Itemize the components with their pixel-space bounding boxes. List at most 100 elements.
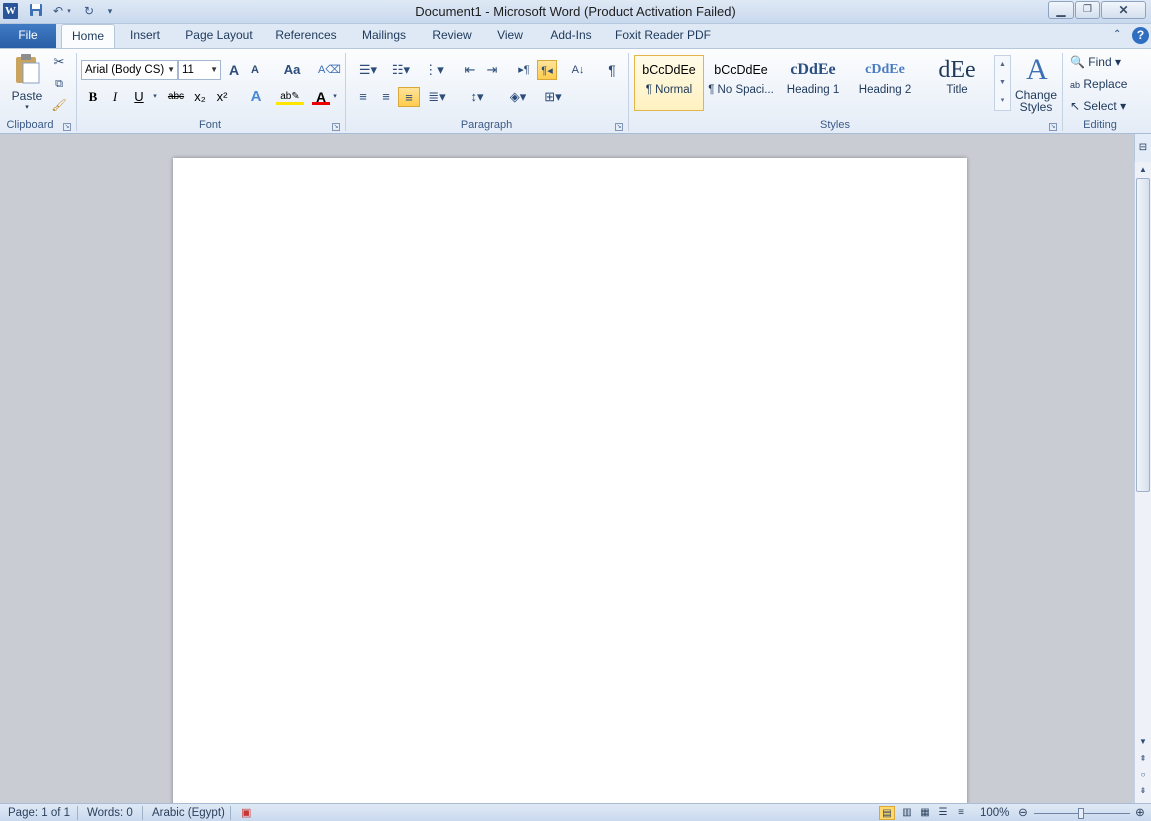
tab-review[interactable]: Review — [425, 24, 479, 48]
tab-foxit-reader-pdf[interactable]: Foxit Reader PDF — [611, 24, 715, 48]
font-launcher-icon[interactable]: ↘ — [332, 123, 340, 131]
restore-button[interactable]: ❐ — [1075, 1, 1100, 19]
next-page-icon[interactable]: ⇟ — [1136, 784, 1150, 798]
underline-dropdown-icon[interactable]: ▾ — [150, 87, 160, 107]
tab-home[interactable]: Home — [61, 24, 115, 49]
style-no-spacing-sample: bCcDdEe — [714, 63, 768, 77]
status-separator — [77, 806, 78, 820]
font-size-combo[interactable]: 11 ▼ — [178, 60, 221, 80]
gallery-down-icon[interactable]: ▼ — [995, 74, 1010, 92]
increase-indent-icon[interactable]: ⇥ — [482, 60, 502, 80]
bold-icon[interactable]: B — [84, 87, 102, 107]
tab-insert[interactable]: Insert — [121, 24, 169, 48]
align-right-icon[interactable]: ≡ — [398, 87, 420, 107]
tab-references[interactable]: References — [268, 24, 344, 48]
align-center-icon[interactable]: ≡ — [376, 87, 396, 107]
multilevel-list-icon[interactable]: ⋮▾ — [420, 60, 448, 80]
ruler-icon: ⊟ — [1138, 142, 1148, 153]
style-heading-2[interactable]: cDdEe Heading 2 — [850, 55, 920, 111]
word-count[interactable]: Words: 0 — [87, 806, 133, 820]
sort-icon[interactable]: A↓ — [567, 60, 589, 80]
macro-record-icon[interactable]: ▣ — [241, 806, 257, 820]
paste-button[interactable]: Paste ▾ — [8, 53, 46, 115]
align-left-icon[interactable]: ≡ — [353, 87, 373, 107]
text-effects-icon[interactable]: A — [245, 87, 267, 107]
borders-icon[interactable]: ⊞▾ — [538, 87, 568, 107]
minimize-ribbon-icon[interactable]: ⌃ — [1113, 29, 1125, 43]
clipboard-launcher-icon[interactable]: ↘ — [63, 123, 71, 131]
draft-icon[interactable]: ≡ — [953, 806, 969, 820]
shrink-font-icon[interactable]: A — [246, 60, 264, 80]
language-indicator[interactable]: Arabic (Egypt) — [152, 806, 225, 820]
shading-icon[interactable]: ◈▾ — [503, 87, 533, 107]
zoom-slider-thumb[interactable] — [1078, 808, 1084, 819]
tab-view[interactable]: View — [489, 24, 531, 48]
select-button[interactable]: ↖ Select ▾ — [1070, 96, 1134, 116]
help-icon[interactable]: ? — [1132, 27, 1149, 44]
print-layout-icon[interactable]: ▤ — [879, 806, 895, 820]
find-button[interactable]: 🔍 Find ▾ — [1070, 52, 1130, 72]
close-button[interactable]: ✕ — [1101, 1, 1146, 19]
highlight-color-icon[interactable]: ab✎ — [276, 87, 304, 105]
format-painter-icon[interactable]: 🖌 — [50, 95, 68, 115]
font-name-combo[interactable]: Arial (Body CS) ▼ — [81, 60, 178, 80]
page-count[interactable]: Page: 1 of 1 — [8, 806, 70, 820]
paragraph-launcher-icon[interactable]: ↘ — [615, 123, 623, 131]
bullets-icon[interactable]: ☰▾ — [354, 60, 382, 80]
gallery-up-icon[interactable]: ▲ — [995, 56, 1010, 74]
rtl-direction-icon[interactable]: ¶◂ — [537, 60, 557, 80]
zoom-level[interactable]: 100% — [980, 806, 1009, 820]
italic-icon[interactable]: I — [106, 87, 124, 107]
web-layout-icon[interactable]: ▦ — [917, 806, 933, 820]
view-ruler-button[interactable]: ⊟ — [1134, 134, 1151, 162]
subscript-icon[interactable]: x₂ — [190, 87, 210, 107]
replace-button[interactable]: ab Replace — [1070, 74, 1134, 94]
cut-icon[interactable]: ✂ — [50, 52, 68, 72]
style-no-spacing[interactable]: bCcDdEe ¶ No Spaci... — [706, 55, 776, 111]
grow-font-icon[interactable]: A — [225, 60, 243, 80]
gallery-more-icon[interactable]: ▾ — [995, 92, 1010, 110]
style-normal[interactable]: bCcDdEe ¶ Normal — [634, 55, 704, 111]
scroll-up-icon[interactable]: ▲ — [1136, 163, 1150, 177]
tab-file[interactable]: File — [0, 24, 56, 48]
styles-gallery-scroll[interactable]: ▲ ▼ ▾ — [994, 55, 1011, 111]
styles-launcher-icon[interactable]: ↘ — [1049, 123, 1057, 131]
outline-icon[interactable]: ☰ — [935, 806, 951, 820]
zoom-out-icon[interactable]: ⊖ — [1016, 806, 1030, 820]
style-title[interactable]: dEe Title — [922, 55, 992, 111]
style-heading-1[interactable]: cDdEe Heading 1 — [778, 55, 848, 111]
browse-object-icon[interactable]: ○ — [1136, 768, 1150, 782]
font-color-dropdown-icon[interactable]: ▾ — [330, 87, 340, 107]
scrollbar-thumb[interactable] — [1136, 178, 1150, 492]
scroll-down-icon[interactable]: ▼ — [1136, 735, 1150, 749]
ribbon-tabs: File Home Insert Page Layout References … — [0, 24, 1151, 49]
font-name-value: Arial (Body CS) — [85, 64, 165, 76]
previous-page-icon[interactable]: ⇞ — [1136, 752, 1150, 766]
document-page[interactable] — [173, 158, 967, 818]
copy-icon[interactable]: ⧉ — [50, 74, 68, 94]
paste-dropdown-icon[interactable]: ▾ — [8, 103, 46, 111]
tab-add-ins[interactable]: Add-Ins — [541, 24, 601, 48]
justify-icon[interactable]: ≣▾ — [423, 87, 451, 107]
status-bar: Page: 1 of 1 Words: 0 Arabic (Egypt) ▣ ▤… — [0, 803, 1151, 821]
tab-mailings[interactable]: Mailings — [353, 24, 415, 48]
style-no-spacing-label: ¶ No Spaci... — [708, 84, 774, 96]
minimize-button[interactable]: ▁ — [1048, 1, 1074, 19]
zoom-in-icon[interactable]: ⊕ — [1133, 806, 1147, 820]
change-case-icon[interactable]: Aa — [278, 60, 306, 80]
line-spacing-icon[interactable]: ↕▾ — [463, 87, 491, 107]
find-label: Find — [1088, 55, 1112, 69]
full-screen-reading-icon[interactable]: ▥ — [899, 806, 915, 820]
superscript-icon[interactable]: x² — [212, 87, 232, 107]
change-styles-button[interactable]: A Change Styles — [1014, 53, 1058, 115]
numbering-icon[interactable]: ☷▾ — [387, 60, 415, 80]
strikethrough-icon[interactable]: abc — [165, 87, 187, 107]
decrease-indent-icon[interactable]: ⇤ — [460, 60, 480, 80]
tab-page-layout[interactable]: Page Layout — [179, 24, 259, 48]
ribbon-home: Paste ▾ ✂ ⧉ 🖌 Clipboard ↘ Arial (Body CS… — [0, 48, 1151, 134]
show-formatting-icon[interactable]: ¶ — [602, 60, 622, 80]
ltr-direction-icon[interactable]: ▸¶ — [514, 60, 534, 80]
clear-formatting-icon[interactable]: A⌫ — [318, 60, 341, 80]
font-color-icon[interactable]: A — [312, 87, 330, 105]
underline-icon[interactable]: U — [130, 87, 148, 107]
